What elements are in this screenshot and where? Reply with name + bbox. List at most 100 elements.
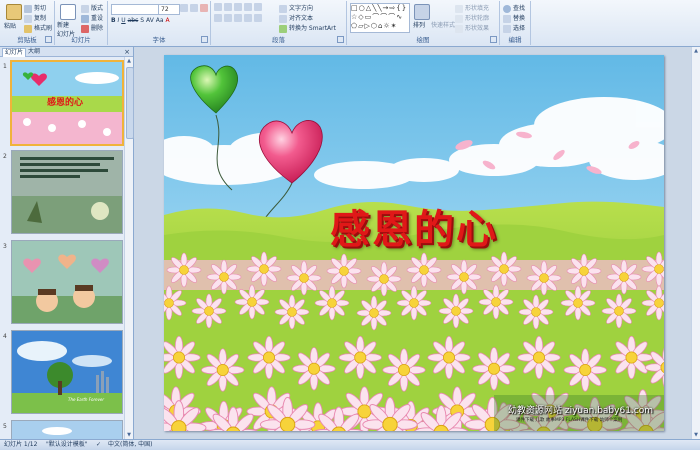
reset-icon	[81, 14, 89, 23]
editing-group: 查找 替换 选择 编辑	[500, 1, 531, 45]
font-color-icon[interactable]: A	[165, 17, 169, 24]
fill-bucket-icon	[455, 4, 463, 13]
thumbnail-4-image	[12, 331, 122, 413]
font-name-combo[interactable]	[111, 4, 159, 15]
font-launcher[interactable]	[201, 36, 208, 43]
thumbnail-3-image	[12, 241, 122, 323]
align-center-icon	[224, 14, 232, 22]
bullets-icon	[214, 3, 222, 11]
shape-outline-button[interactable]: 形状轮廓	[455, 13, 489, 23]
slide-thumbnail-4[interactable]: The Earth Forever	[11, 330, 123, 414]
scroll-down-icon[interactable]: ▼	[126, 432, 132, 438]
paste-button[interactable]: 粘贴	[4, 21, 16, 30]
thumbnail-4-title: The Earth Forever	[68, 397, 105, 402]
delete-icon	[81, 24, 89, 33]
slides-group: 新建 幻灯片 版式 重设 删除 幻灯片	[55, 1, 108, 45]
select-button[interactable]: 选择	[503, 23, 525, 33]
thumbnail-number: 3	[3, 243, 7, 250]
find-button[interactable]: 查找	[503, 3, 525, 13]
spacing-icon[interactable]: AV	[146, 17, 154, 24]
replace-button[interactable]: 替换	[503, 13, 525, 23]
panel-scrollbar[interactable]: ▲ ▼	[124, 57, 134, 439]
paste-icon	[6, 4, 22, 20]
layout-icon	[81, 4, 89, 13]
clear-format-icon	[200, 4, 208, 12]
new-slide-icon	[60, 4, 76, 20]
align-buttons[interactable]	[214, 14, 264, 22]
grow-font-button[interactable]	[180, 4, 210, 12]
list-buttons[interactable]	[214, 3, 264, 11]
tab-slides[interactable]: 幻灯片	[2, 48, 27, 57]
text-direction-icon	[279, 4, 287, 13]
strikethrough-icon[interactable]: abc	[128, 17, 139, 24]
thumbnail-number: 1	[3, 63, 7, 70]
current-slide[interactable]: 感恩的心 幼教资源网站 ziyuan.baby61.com 课件下载 儿歌 故事…	[164, 55, 664, 431]
scroll-down-icon[interactable]: ▼	[693, 432, 699, 438]
watermark-subtext: 课件下载 儿歌 故事MP3 FLASH课件下载 幼师个案例	[516, 418, 623, 423]
paragraph-launcher[interactable]	[337, 36, 344, 43]
drawing-launcher[interactable]	[490, 36, 497, 43]
tab-outline[interactable]: 大纲	[26, 48, 42, 56]
smartart-icon	[279, 24, 287, 33]
columns-icon	[254, 14, 262, 22]
effects-icon	[455, 24, 463, 33]
scroll-up-icon[interactable]: ▲	[126, 58, 132, 64]
underline-icon[interactable]: U	[121, 17, 125, 24]
delete-slide-button[interactable]: 删除	[81, 23, 103, 33]
bold-icon[interactable]: B	[111, 17, 116, 24]
reset-button[interactable]: 重设	[81, 13, 103, 23]
shape-effects-button[interactable]: 形状效果	[455, 23, 489, 33]
thumbnail-2-image	[12, 151, 122, 233]
close-icon[interactable]: ×	[124, 48, 130, 56]
arrange-button[interactable]: 排列	[413, 20, 425, 29]
layout-button[interactable]: 版式	[81, 3, 103, 13]
numbering-icon	[224, 3, 232, 11]
clipboard-launcher[interactable]	[45, 36, 52, 43]
paragraph-group: 文字方向 对齐文本 转换为 SmartArt 段落	[211, 1, 347, 45]
slide-thumbnail-5[interactable]	[11, 420, 123, 440]
thumbnail-number: 2	[3, 153, 7, 160]
slide-thumbnail-1[interactable]: 感恩的心	[10, 60, 124, 146]
magnifier-icon	[503, 4, 511, 13]
format-painter-button[interactable]: 格式刷	[24, 23, 52, 33]
status-bar: 幻灯片 1/12 "默认设计模板" ✓ 中文(简体, 中国)	[0, 439, 700, 450]
thumbnail-5-image	[12, 421, 122, 439]
line-spacing-icon	[254, 3, 262, 11]
arrange-icon	[414, 4, 430, 20]
shrink-font-icon	[190, 4, 198, 12]
watermark-text: 幼教资源网站 ziyuan.baby61.com	[508, 406, 653, 416]
replace-icon	[503, 14, 511, 23]
pen-icon	[455, 14, 463, 23]
cut-button[interactable]: 剪切	[24, 3, 46, 13]
copy-button[interactable]: 复制	[24, 13, 46, 23]
font-style-buttons[interactable]: B I U abc S AV Aa A	[111, 17, 170, 24]
align-text-button[interactable]: 对齐文本	[279, 13, 313, 23]
outdent-icon	[234, 3, 242, 11]
editing-group-label: 编辑	[508, 36, 522, 44]
text-direction-button[interactable]: 文字方向	[279, 3, 313, 13]
italic-icon[interactable]: I	[118, 17, 120, 24]
slide-thumbnail-3[interactable]	[11, 240, 123, 324]
brush-icon	[24, 24, 32, 33]
cursor-icon	[503, 24, 511, 33]
panel-tabs: 幻灯片 大纲 ×	[0, 47, 133, 57]
indent-icon	[244, 3, 252, 11]
slides-group-label: 幻灯片	[71, 36, 91, 44]
shapes-gallery[interactable]: □○△╲╲→⇨{} ☆◇▭⌒⌒⌒∿ ⬠▱▷⬡⌂☼✶	[350, 3, 410, 33]
font-size-combo[interactable]: 72	[158, 4, 180, 15]
align-left-icon	[214, 14, 222, 22]
thumbnail-number: 4	[3, 333, 7, 340]
shape-fill-button[interactable]: 形状填充	[455, 3, 489, 13]
case-icon[interactable]: Aa	[156, 17, 164, 24]
quick-styles-button[interactable]: 快速样式	[431, 20, 455, 29]
panel-scroll-thumb[interactable]	[126, 67, 134, 139]
scroll-up-icon[interactable]: ▲	[693, 48, 699, 54]
slide-title[interactable]: 感恩的心	[164, 197, 664, 255]
drawing-group-label: 绘图	[416, 36, 430, 44]
paragraph-group-label: 段落	[272, 36, 285, 44]
slide-thumbnail-2[interactable]	[11, 150, 123, 234]
shadow-icon[interactable]: S	[140, 17, 144, 24]
editor-scrollbar[interactable]: ▲ ▼	[691, 47, 700, 439]
convert-smartart-button[interactable]: 转换为 SmartArt	[279, 23, 336, 33]
font-group: 72 B I U abc S AV Aa A 字体	[108, 1, 211, 45]
